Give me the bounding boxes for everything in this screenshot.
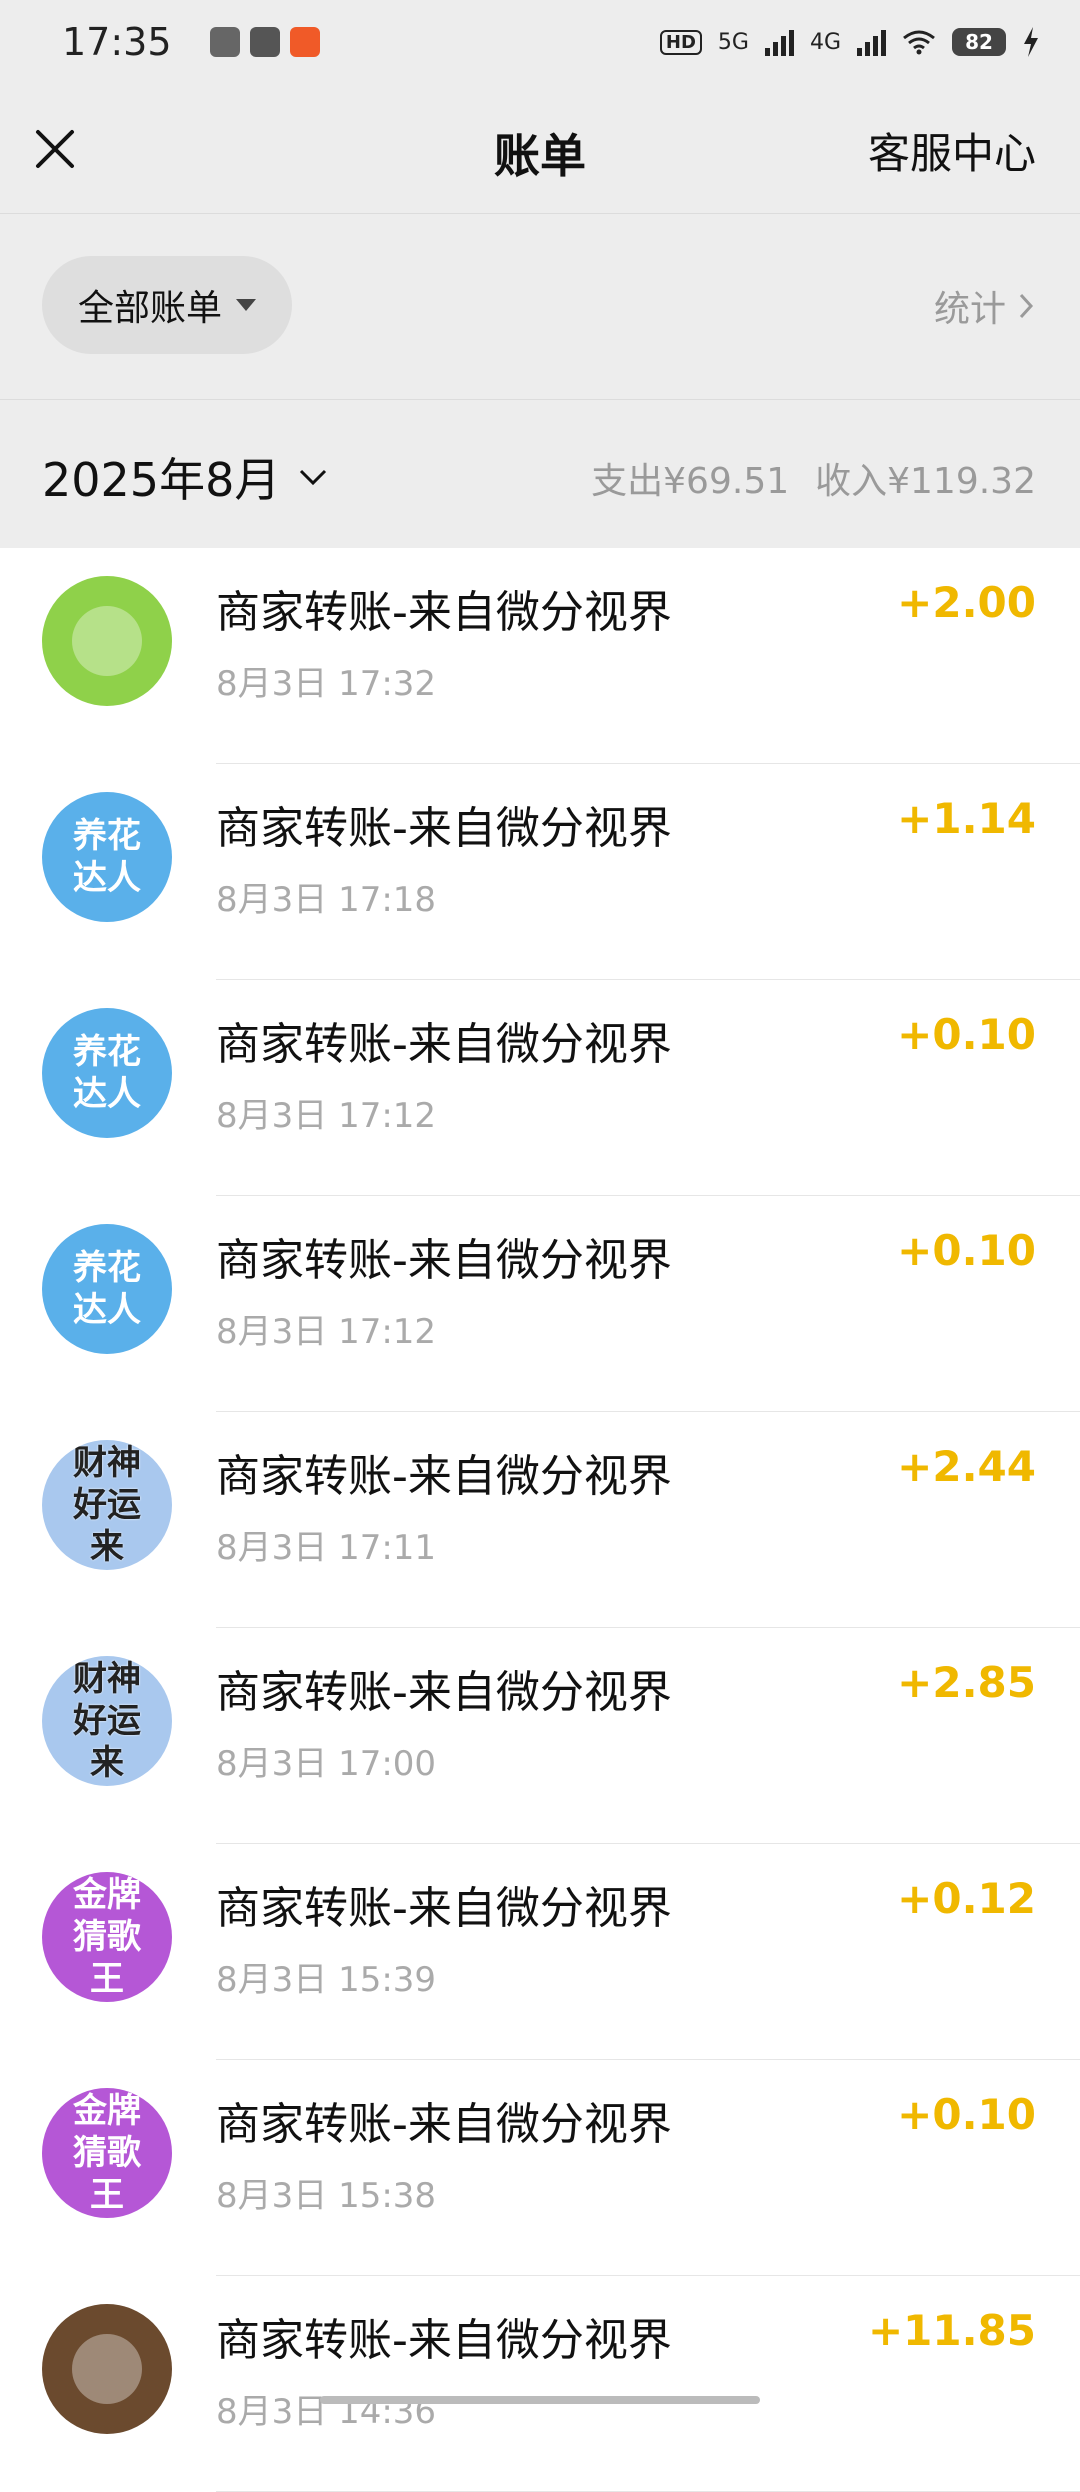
signal-icon	[764, 28, 794, 56]
status-bar: 17:35 HD 5G 4G 82	[0, 0, 1080, 84]
transaction-title: 商家转账-来自微分视界	[216, 587, 672, 638]
month-summary: 支出¥69.51 收入¥119.32	[591, 452, 1036, 504]
month-selector[interactable]: 2025年8月	[42, 444, 328, 510]
status-right: HD 5G 4G 82	[659, 27, 1040, 57]
avatar-text: 金牌猜歌王	[73, 2091, 141, 2215]
transaction-row[interactable]: 养花达人 商家转账-来自微分视界 8月3日 17:12 +0.10	[0, 980, 1080, 1196]
transaction-date: 8月3日 17:00	[216, 1744, 437, 1784]
merchant-avatar: 财神好运来	[42, 1656, 172, 1786]
transaction-amount: +2.44	[897, 1442, 1036, 1491]
transaction-row[interactable]: 商家转账-来自微分视界 8月3日 14:36 +11.85	[0, 2276, 1080, 2492]
transaction-amount: +2.85	[897, 1658, 1036, 1707]
transaction-title: 商家转账-来自微分视界	[216, 1451, 672, 1502]
transaction-title: 商家转账-来自微分视界	[216, 1883, 672, 1934]
transaction-amount: +0.10	[897, 1226, 1036, 1275]
transaction-row[interactable]: 养花达人 商家转账-来自微分视界 8月3日 17:12 +0.10	[0, 1196, 1080, 1412]
transaction-amount: +11.85	[867, 2306, 1036, 2355]
status-time: 17:35	[62, 20, 172, 64]
transaction-title: 商家转账-来自微分视界	[216, 803, 672, 854]
home-indicator	[320, 2396, 760, 2404]
transaction-row[interactable]: 财神好运来 商家转账-来自微分视界 8月3日 17:00 +2.85	[0, 1628, 1080, 1844]
merchant-avatar: 养花达人	[42, 792, 172, 922]
wifi-icon	[903, 30, 935, 55]
transaction-amount: +1.14	[897, 794, 1036, 843]
battery-icon: 82	[952, 28, 1006, 56]
transaction-row[interactable]: 养花达人 商家转账-来自微分视界 8月3日 17:18 +1.14	[0, 764, 1080, 980]
transaction-date: 8月3日 15:38	[216, 2176, 437, 2216]
merchant-avatar: 金牌猜歌王	[42, 1872, 172, 2002]
merchant-avatar	[42, 2304, 172, 2434]
chevron-down-icon	[300, 469, 327, 486]
bill-filter-dropdown[interactable]: 全部账单	[42, 256, 292, 354]
caret-down-icon	[236, 299, 256, 311]
month-summary-bar: 2025年8月 支出¥69.51 收入¥119.32	[0, 400, 1080, 548]
transaction-row[interactable]: 商家转账-来自微分视界 8月3日 17:32 +2.00	[0, 548, 1080, 764]
statistics-link[interactable]: 统计	[934, 280, 1034, 332]
notification-icons	[209, 27, 320, 57]
hd-icon: HD	[659, 29, 702, 55]
income-total: 收入¥119.32	[815, 461, 1036, 502]
transaction-date: 8月3日 14:36	[216, 2392, 437, 2432]
month-label: 2025年8月	[42, 453, 281, 507]
transaction-amount: +2.00	[897, 578, 1036, 627]
transaction-date: 8月3日 17:11	[216, 1528, 437, 1568]
merchant-avatar: 养花达人	[42, 1224, 172, 1354]
transaction-title: 商家转账-来自微分视界	[216, 1019, 672, 1070]
avatar-text: 财神好运来	[73, 1443, 141, 1567]
transaction-date: 8月3日 15:39	[216, 1960, 437, 2000]
transaction-title: 商家转账-来自微分视界	[216, 1667, 672, 1718]
app-notification-icon	[289, 27, 320, 57]
app-logo-icon	[72, 2334, 142, 2404]
transaction-amount: +0.10	[897, 2090, 1036, 2139]
network-4g: 4G	[809, 29, 841, 55]
transaction-title: 商家转账-来自微分视界	[216, 2099, 672, 2150]
transaction-date: 8月3日 17:32	[216, 664, 437, 704]
transaction-row[interactable]: 财神好运来 商家转账-来自微分视界 8月3日 17:11 +2.44	[0, 1412, 1080, 1628]
avatar-text: 养花达人	[73, 816, 141, 898]
transaction-amount: +0.10	[897, 1010, 1036, 1059]
top-bar: 账单 客服中心	[0, 84, 1080, 214]
merchant-avatar: 金牌猜歌王	[42, 2088, 172, 2218]
app-notification-icon	[209, 27, 240, 57]
merchant-avatar	[42, 576, 172, 706]
transaction-row[interactable]: 金牌猜歌王 商家转账-来自微分视界 8月3日 15:38 +0.10	[0, 2060, 1080, 2276]
network-5g: 5G	[717, 29, 749, 55]
transaction-title: 商家转账-来自微分视界	[216, 2315, 672, 2366]
statistics-label: 统计	[933, 289, 1006, 330]
merchant-avatar: 养花达人	[42, 1008, 172, 1138]
filter-label: 全部账单	[77, 288, 222, 329]
transaction-row[interactable]: 金牌猜歌王 商家转账-来自微分视界 8月3日 15:39 +0.12	[0, 1844, 1080, 2060]
app-logo-icon	[72, 606, 142, 676]
avatar-text: 养花达人	[73, 1248, 141, 1330]
merchant-avatar: 财神好运来	[42, 1440, 172, 1570]
avatar-text: 金牌猜歌王	[73, 1875, 141, 1999]
signal-icon	[857, 28, 886, 56]
mail-icon	[249, 27, 280, 57]
transaction-date: 8月3日 17:12	[216, 1096, 437, 1136]
transaction-date: 8月3日 17:18	[216, 880, 437, 920]
filter-bar: 全部账单 统计	[0, 214, 1080, 400]
chevron-right-icon	[1019, 293, 1034, 319]
customer-service-button[interactable]: 客服中心	[868, 120, 1036, 181]
transaction-date: 8月3日 17:12	[216, 1312, 437, 1352]
charging-icon	[1024, 27, 1038, 57]
transaction-amount: +0.12	[897, 1874, 1036, 1923]
transaction-title: 商家转账-来自微分视界	[216, 1235, 672, 1286]
expense-total: 支出¥69.51	[591, 461, 790, 502]
transaction-list: 商家转账-来自微分视界 8月3日 17:32 +2.00 养花达人 商家转账-来自微分视…	[0, 548, 1080, 2492]
avatar-text: 财神好运来	[73, 1659, 141, 1783]
avatar-text: 养花达人	[73, 1032, 141, 1114]
